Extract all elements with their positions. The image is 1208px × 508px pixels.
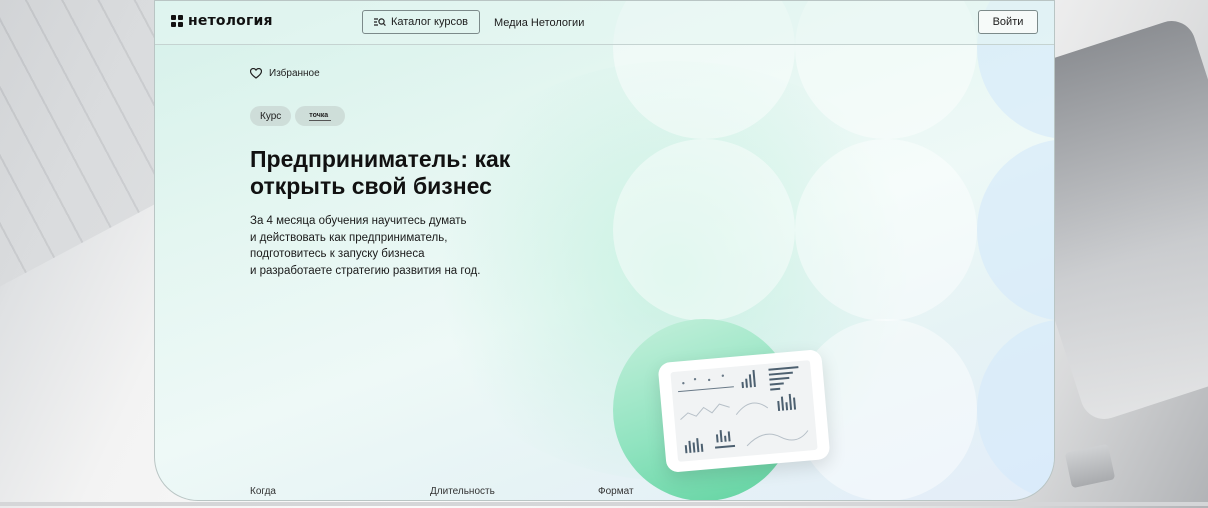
bottom-shadow: [0, 502, 1208, 506]
media-link[interactable]: Медиа Нетологии: [494, 17, 584, 29]
usb-connector-shape: [1064, 443, 1116, 489]
dashboard-charts-graphic: [678, 366, 809, 454]
tag-course: Курс: [250, 106, 292, 126]
dashboard-screen: [670, 360, 818, 462]
dashboard-illustration: [657, 349, 831, 473]
logo-text: нетология: [188, 13, 273, 29]
course-description: За 4 месяца обучения научитесь думать и …: [250, 213, 550, 279]
title-line-1: Предприниматель: как: [250, 146, 511, 172]
catalog-search-icon: [373, 18, 386, 27]
catalog-label: Каталог курсов: [390, 16, 469, 28]
catalog-button[interactable]: Каталог курсов: [362, 10, 480, 34]
description-line: подготовитесь к запуску бизнеса: [250, 248, 425, 260]
login-button[interactable]: Войти: [978, 10, 1038, 34]
description-line: За 4 месяца обучения научитесь думать: [250, 215, 467, 227]
info-duration-label: Длительность: [430, 486, 495, 497]
title-line-2: открыть свой бизнес: [250, 173, 492, 199]
favorites-label: Избранное: [269, 68, 320, 79]
info-when-label: Когда: [250, 486, 276, 497]
decor-circle: [795, 139, 977, 321]
info-format-label: Формат: [598, 486, 634, 497]
partner-underline: [309, 119, 332, 121]
description-line: и действовать как предприниматель,: [250, 231, 448, 244]
logo-mark-icon: [171, 15, 183, 27]
decor-circle: [977, 319, 1054, 500]
site-header: нетология Каталог курсов Медиа Нетологии…: [155, 1, 1054, 45]
decor-circle: [977, 139, 1054, 321]
decor-circle: [613, 139, 795, 321]
course-tags: Курс точка: [250, 106, 346, 126]
logo[interactable]: нетология: [171, 13, 273, 29]
partner-logo-tag: точка: [295, 106, 346, 126]
heart-icon: [250, 68, 262, 79]
description-line: и разработаете стратегию развития на год…: [250, 264, 481, 277]
favorites-button[interactable]: Избранное: [250, 68, 320, 79]
page-title: Предприниматель: как открыть свой бизнес: [250, 146, 570, 200]
partner-name: точка: [309, 111, 329, 119]
page-card: нетология Каталог курсов Медиа Нетологии…: [154, 0, 1055, 501]
